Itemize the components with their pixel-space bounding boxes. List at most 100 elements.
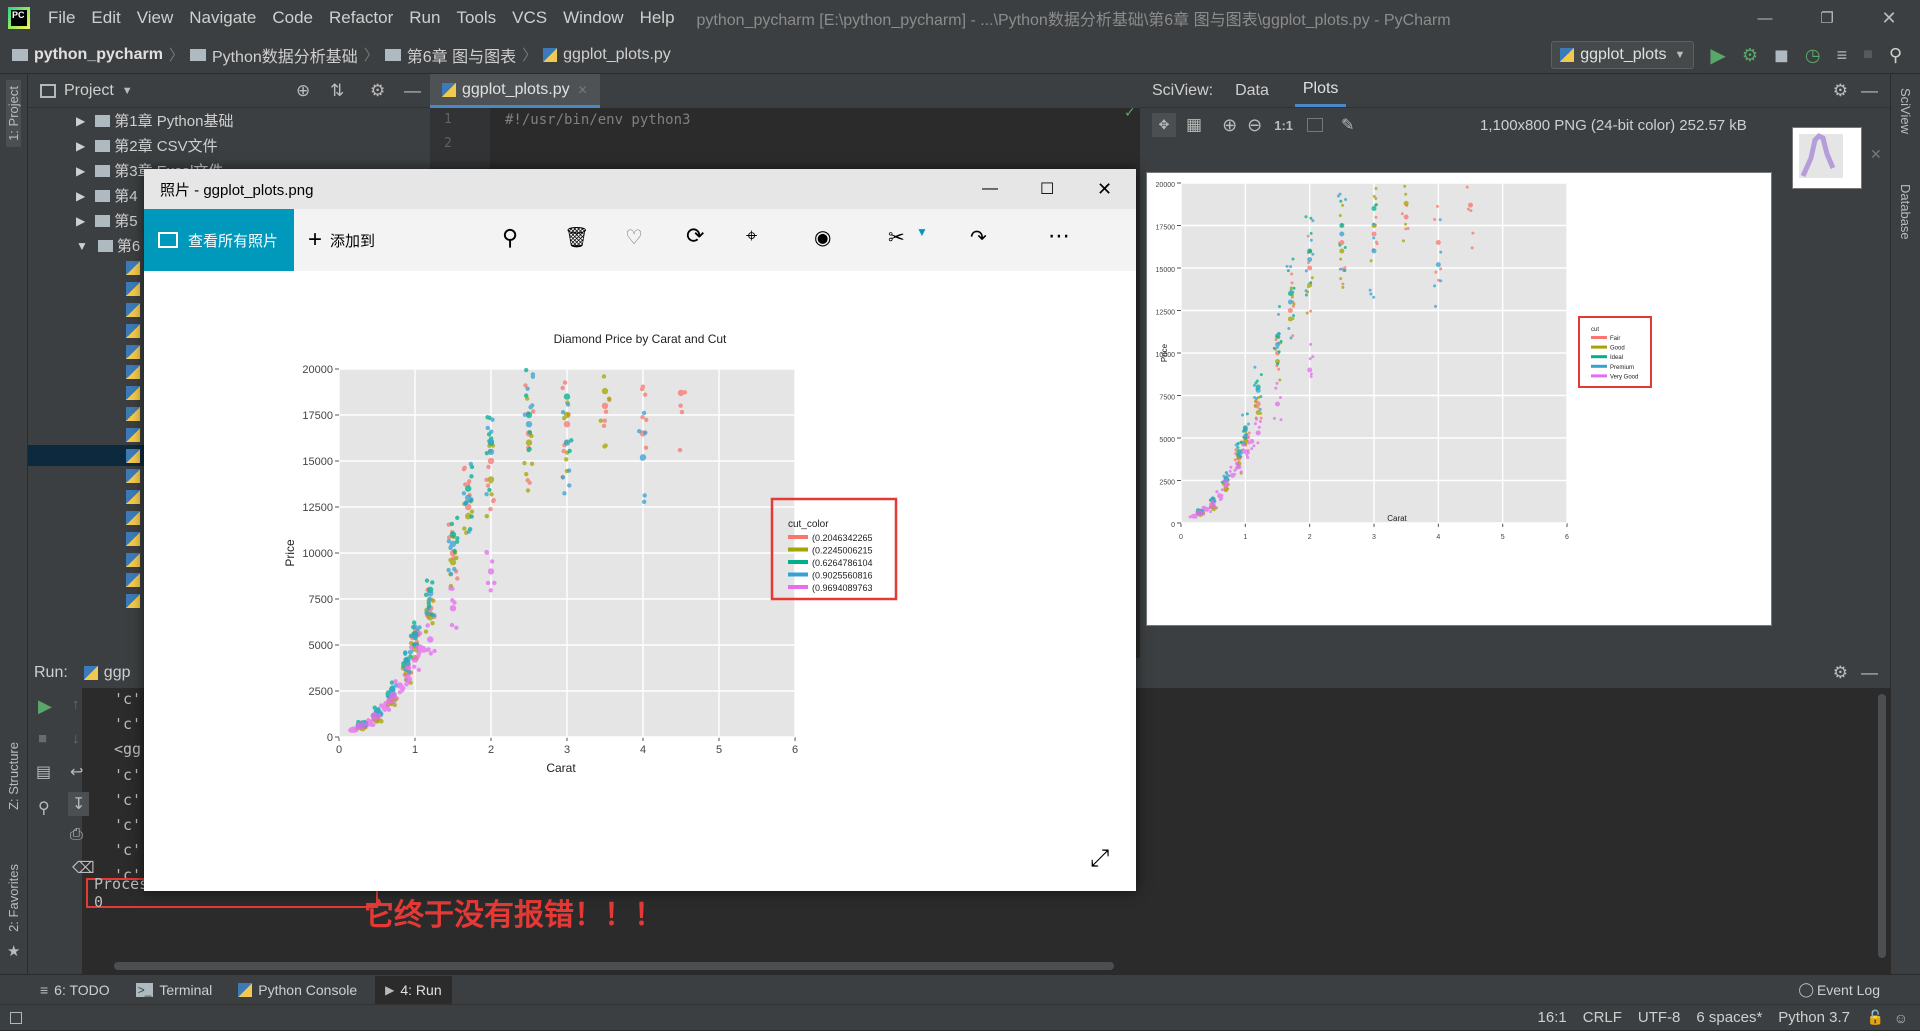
crop-icon[interactable]: ⌖ <box>746 225 757 248</box>
scatter-point <box>643 445 649 450</box>
menu-code[interactable]: Code <box>272 8 313 28</box>
project-tool-button[interactable]: 1: Project <box>6 80 21 147</box>
close-window-button[interactable]: ✕ <box>1097 179 1112 200</box>
hide-icon[interactable]: — <box>1861 81 1878 101</box>
run-config-select[interactable]: ggplot_plots ▼ <box>1551 41 1695 69</box>
sciview-tab-data[interactable]: Data <box>1235 82 1269 100</box>
menu-view[interactable]: View <box>137 8 174 28</box>
tree-item[interactable]: ▶ 第2章 CSV文件 <box>28 133 430 158</box>
locate-icon[interactable]: ⊕ <box>296 81 310 101</box>
zoom-in-icon[interactable]: ⊕ <box>1222 115 1237 136</box>
gear-icon[interactable]: ⚙ <box>1833 663 1848 683</box>
close-icon[interactable]: ✕ <box>1870 146 1882 163</box>
menu-window[interactable]: Window <box>563 8 623 28</box>
tab-terminal[interactable]: Terminal <box>159 982 212 998</box>
zoom-out-icon[interactable]: ⊖ <box>1247 115 1262 136</box>
collapse-icon[interactable]: ⇅ <box>330 81 344 101</box>
background-icon[interactable] <box>1307 118 1324 132</box>
view-all-photos-button[interactable]: 查看所有照片 <box>144 209 294 271</box>
data-point <box>1307 248 1313 254</box>
gear-icon[interactable]: ⚙ <box>370 81 385 101</box>
tab-run[interactable]: ▶ 4: Run <box>375 975 452 1004</box>
stop-icon[interactable]: ■ <box>1863 46 1873 64</box>
heart-icon[interactable]: ♡ <box>625 225 643 250</box>
tab-todo[interactable]: 6: TODO <box>54 982 110 998</box>
database-tool-button[interactable]: Database <box>1898 184 1913 240</box>
cursor-position[interactable]: 16:1 <box>1538 1009 1567 1026</box>
chevron-down-icon[interactable]: ▼ <box>916 225 928 239</box>
breadcrumb-project[interactable]: python_pycharm <box>34 46 163 64</box>
interpreter[interactable]: Python 3.7 <box>1778 1009 1850 1026</box>
scatter-point <box>1278 378 1282 382</box>
rerun-icon[interactable]: ▶ <box>38 696 52 717</box>
delete-icon[interactable]: 🗑 <box>564 225 589 250</box>
soft-wrap-icon[interactable]: ↩ <box>70 762 83 782</box>
lock-icon[interactable]: 🔓 <box>1867 1009 1884 1026</box>
plot-thumbnail[interactable] <box>1792 127 1862 189</box>
build-icon[interactable]: ≡ <box>1837 45 1848 66</box>
down-icon[interactable]: ↓ <box>72 730 80 747</box>
edit-create-icon[interactable]: ✂ <box>888 225 905 250</box>
layout-icon[interactable]: ▤ <box>36 762 51 782</box>
hide-icon[interactable]: — <box>404 81 421 101</box>
tree-item[interactable]: ▶ 第1章 Python基础 <box>28 108 430 133</box>
scroll-end-icon[interactable]: ↧ <box>68 792 90 816</box>
add-to-button[interactable]: + 添加到 <box>308 209 375 271</box>
breadcrumb-chapter[interactable]: 第6章 图与图表 <box>407 43 516 67</box>
coverage-icon[interactable]: ◼ <box>1774 45 1789 66</box>
trash-icon[interactable]: ⌫ <box>72 858 95 878</box>
menu-file[interactable]: File <box>48 8 75 28</box>
vertical-scrollbar[interactable] <box>1878 694 1886 958</box>
horizontal-scrollbar[interactable] <box>114 962 1114 970</box>
chevron-down-icon[interactable]: ▼ <box>122 85 133 97</box>
share-icon[interactable]: ↷ <box>970 225 987 250</box>
print-icon[interactable]: ⎙ <box>70 826 83 844</box>
lens-icon[interactable]: ◉ <box>814 225 831 250</box>
actual-size-button[interactable]: 1:1 <box>1274 118 1293 133</box>
file-encoding[interactable]: UTF-8 <box>1638 1009 1681 1026</box>
tab-python-console[interactable]: Python Console <box>258 982 357 998</box>
stop-icon[interactable]: ■ <box>38 730 47 747</box>
indent-setting[interactable]: 6 spaces* <box>1696 1009 1762 1026</box>
menu-edit[interactable]: Edit <box>91 8 120 28</box>
menu-refactor[interactable]: Refactor <box>329 8 393 28</box>
hide-icon[interactable]: — <box>1861 663 1878 683</box>
event-log-button[interactable]: Event Log <box>1817 982 1880 998</box>
maximize-button[interactable]: ☐ <box>1040 179 1054 199</box>
zoom-in-icon[interactable]: ⚲ <box>502 225 518 251</box>
minimize-button[interactable]: — <box>1734 10 1796 27</box>
color-picker-icon[interactable]: ✎ <box>1341 115 1354 135</box>
sciview-tool-button[interactable]: SciView <box>1898 88 1913 134</box>
debug-icon[interactable]: ⚙ <box>1742 45 1758 66</box>
menu-run[interactable]: Run <box>409 8 440 28</box>
close-icon[interactable]: ✕ <box>578 83 588 97</box>
rotate-icon[interactable]: ⟳ <box>686 223 704 249</box>
menu-help[interactable]: Help <box>640 8 675 28</box>
up-icon[interactable]: ↑ <box>72 696 80 713</box>
profile-icon[interactable]: ◷ <box>1805 45 1821 66</box>
minimize-button[interactable]: — <box>982 180 998 198</box>
close-window-button[interactable]: ✕ <box>1858 8 1920 29</box>
breadcrumb-folder[interactable]: Python数据分析基础 <box>212 43 358 67</box>
project-panel-title[interactable]: Project <box>64 82 114 100</box>
fullscreen-icon[interactable]: ⤢ <box>1090 845 1109 873</box>
sciview-tab-plots[interactable]: Plots <box>1294 74 1347 107</box>
search-icon[interactable]: ⚲ <box>1889 45 1902 66</box>
menu-navigate[interactable]: Navigate <box>189 8 256 28</box>
more-icon[interactable]: ⋯ <box>1048 223 1070 249</box>
structure-tool-button[interactable]: Z: Structure <box>6 742 21 810</box>
favorites-tool-button[interactable]: 2: Favorites <box>6 864 21 932</box>
run-tab-label[interactable]: ggp <box>104 664 131 682</box>
menu-vcs[interactable]: VCS <box>512 8 547 28</box>
pin-icon[interactable]: ⚲ <box>38 798 50 818</box>
inspector-icon[interactable]: ☺ <box>1894 1010 1908 1026</box>
breadcrumb-file[interactable]: ggplot_plots.py <box>563 46 671 64</box>
gear-icon[interactable]: ⚙ <box>1833 81 1848 101</box>
menu-tools[interactable]: Tools <box>456 8 496 28</box>
line-separator[interactable]: CRLF <box>1583 1009 1622 1026</box>
maximize-button[interactable]: ❐ <box>1796 9 1858 27</box>
grid-icon[interactable]: ▦ <box>1186 115 1202 135</box>
fit-icon[interactable]: ✥ <box>1152 113 1176 137</box>
editor-tab-active[interactable]: ggplot_plots.py ✕ <box>430 74 600 108</box>
run-icon[interactable]: ▶ <box>1710 43 1725 68</box>
